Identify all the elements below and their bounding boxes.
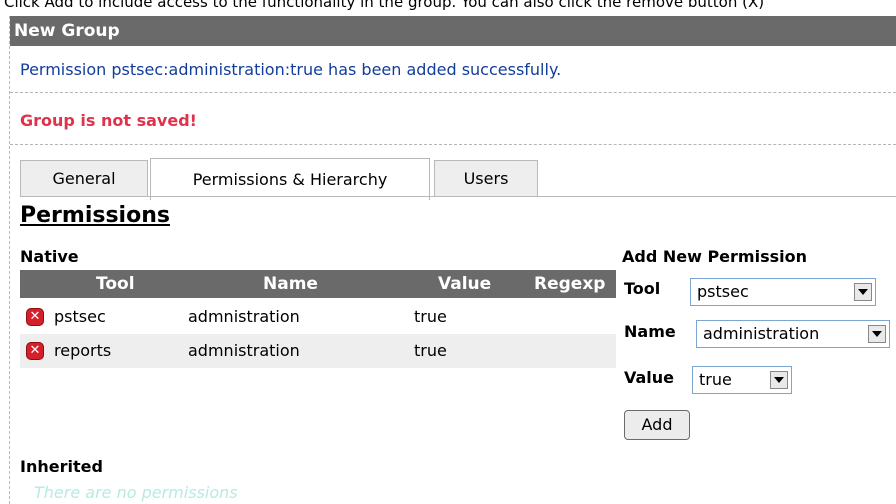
- add-permission-title: Add New Permission: [622, 247, 807, 266]
- tool-cell: pstsec: [54, 307, 106, 326]
- window-title: New Group: [10, 16, 896, 46]
- tab-users[interactable]: Users: [434, 160, 538, 196]
- divider: [10, 144, 896, 145]
- name-cell: admnistration: [188, 307, 300, 326]
- tab-general[interactable]: General: [20, 160, 148, 196]
- column-header-name[interactable]: Name: [263, 270, 318, 298]
- name-select-value: administration: [703, 324, 820, 343]
- permissions-table: Tool Name Value Regexp ✕ pstsec admnistr…: [20, 270, 616, 384]
- tool-label: Tool: [624, 279, 661, 298]
- table-header: Tool Name Value Regexp: [20, 270, 616, 298]
- name-select[interactable]: administration: [696, 320, 890, 348]
- column-header-regexp[interactable]: Regexp: [534, 270, 605, 298]
- tool-cell: reports: [54, 341, 112, 360]
- remove-icon[interactable]: ✕: [26, 342, 44, 360]
- table-row: ✕ pstsec admnistration true: [20, 300, 616, 334]
- inherited-empty-message: There are no permissions: [34, 483, 238, 502]
- remove-icon[interactable]: ✕: [26, 308, 44, 326]
- native-label: Native: [20, 247, 79, 266]
- column-header-value[interactable]: Value: [438, 270, 491, 298]
- value-label: Value: [624, 368, 675, 387]
- chevron-down-icon[interactable]: [854, 283, 872, 301]
- tool-select-value: pstsec: [697, 282, 749, 301]
- tab-permissions-hierarchy[interactable]: Permissions & Hierarchy: [150, 158, 430, 200]
- value-cell: true: [414, 307, 447, 326]
- tab-label: General: [52, 169, 116, 188]
- tab-label: Permissions & Hierarchy: [192, 170, 388, 189]
- instruction-caption: Click Add to include access to the funct…: [4, 0, 765, 11]
- error-message: Group is not saved!: [20, 111, 197, 130]
- add-button[interactable]: Add: [624, 410, 690, 440]
- section-title: Permissions: [20, 203, 170, 228]
- table-row: ✕ reports admnistration true: [20, 334, 616, 368]
- chevron-down-icon[interactable]: [770, 371, 788, 389]
- name-label: Name: [624, 322, 676, 341]
- tab-label: Users: [463, 169, 509, 188]
- name-cell: admnistration: [188, 341, 300, 360]
- inherited-label: Inherited: [20, 457, 103, 476]
- value-select-value: true: [699, 370, 732, 389]
- chevron-down-icon[interactable]: [868, 325, 886, 343]
- success-message: Permission pstsec:administration:true ha…: [20, 60, 562, 79]
- tool-select[interactable]: pstsec: [690, 278, 876, 306]
- divider: [10, 92, 896, 93]
- column-header-tool[interactable]: Tool: [96, 270, 135, 298]
- value-cell: true: [414, 341, 447, 360]
- value-select[interactable]: true: [692, 366, 792, 394]
- tab-strip-line: [20, 196, 896, 197]
